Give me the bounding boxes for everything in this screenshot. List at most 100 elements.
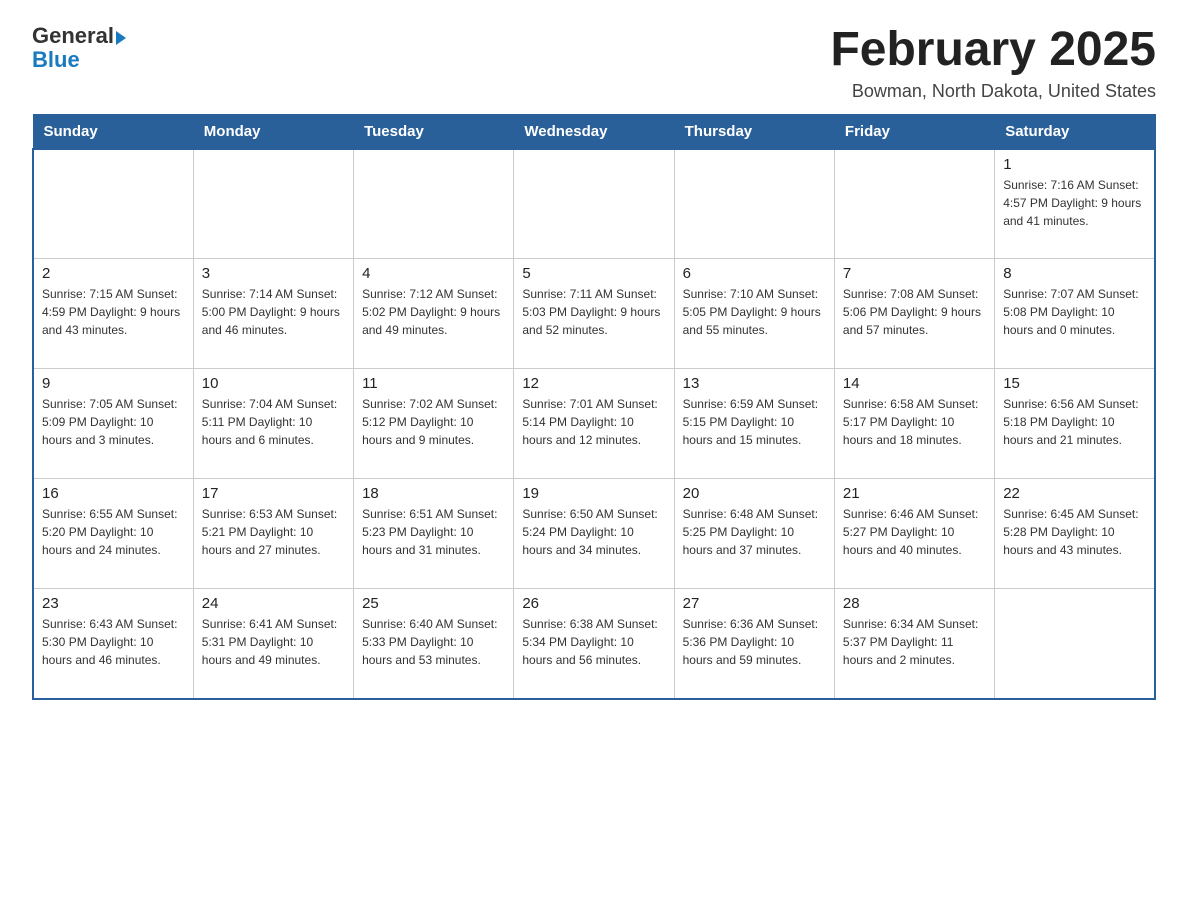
calendar-cell: 12 Sunrise: 7:01 AM Sunset: 5:14 PM Dayli…: [514, 369, 674, 479]
calendar-header-saturday: Saturday: [995, 114, 1155, 149]
day-info: Sunrise: 6:46 AM Sunset: 5:27 PM Dayligh…: [843, 505, 986, 559]
day-number: 10: [202, 375, 345, 392]
calendar-table: SundayMondayTuesdayWednesdayThursdayFrid…: [32, 114, 1156, 700]
calendar-cell: 17 Sunrise: 6:53 AM Sunset: 5:21 PM Dayli…: [193, 479, 353, 589]
calendar-week-row: 1 Sunrise: 7:16 AM Sunset: 4:57 PM Daylig…: [33, 149, 1155, 259]
day-number: 24: [202, 595, 345, 612]
day-number: 1: [1003, 156, 1146, 173]
day-info: Sunrise: 6:58 AM Sunset: 5:17 PM Dayligh…: [843, 395, 986, 449]
day-info: Sunrise: 6:48 AM Sunset: 5:25 PM Dayligh…: [683, 505, 826, 559]
logo: General Blue: [32, 24, 126, 72]
calendar-cell: 19Sunrise: 6:50 AM Sunset: 5:24 PM Dayli…: [514, 479, 674, 589]
day-number: 26: [522, 595, 665, 612]
day-number: 3: [202, 265, 345, 282]
day-info: Sunrise: 6:43 AM Sunset: 5:30 PM Dayligh…: [42, 615, 185, 669]
calendar-cell: 18 Sunrise: 6:51 AM Sunset: 5:23 PM Dayli…: [354, 479, 514, 589]
day-number: 22: [1003, 485, 1146, 502]
calendar-cell: 24 Sunrise: 6:41 AM Sunset: 5:31 PM Dayli…: [193, 589, 353, 699]
calendar-cell: [193, 149, 353, 259]
calendar-cell: 13 Sunrise: 6:59 AM Sunset: 5:15 PM Dayli…: [674, 369, 834, 479]
day-number: 18: [362, 485, 505, 502]
calendar-week-row: 9Sunrise: 7:05 AM Sunset: 5:09 PM Daylig…: [33, 369, 1155, 479]
day-number: 15: [1003, 375, 1146, 392]
day-info: Sunrise: 7:04 AM Sunset: 5:11 PM Dayligh…: [202, 395, 345, 449]
day-info: Sunrise: 7:08 AM Sunset: 5:06 PM Dayligh…: [843, 285, 986, 339]
day-info: Sunrise: 7:12 AM Sunset: 5:02 PM Dayligh…: [362, 285, 505, 339]
calendar-cell: 20 Sunrise: 6:48 AM Sunset: 5:25 PM Dayli…: [674, 479, 834, 589]
title-block: February 2025 Bowman, North Dakota, Unit…: [830, 24, 1156, 102]
day-info: Sunrise: 7:11 AM Sunset: 5:03 PM Dayligh…: [522, 285, 665, 339]
day-info: Sunrise: 7:01 AM Sunset: 5:14 PM Dayligh…: [522, 395, 665, 449]
day-number: 16: [42, 485, 185, 502]
calendar-header-tuesday: Tuesday: [354, 114, 514, 149]
day-info: Sunrise: 7:07 AM Sunset: 5:08 PM Dayligh…: [1003, 285, 1146, 339]
day-number: 2: [42, 265, 185, 282]
day-info: Sunrise: 6:36 AM Sunset: 5:36 PM Dayligh…: [683, 615, 826, 669]
calendar-cell: 7 Sunrise: 7:08 AM Sunset: 5:06 PM Daylig…: [834, 259, 994, 369]
logo-arrow-icon: [116, 31, 126, 45]
calendar-cell: 21 Sunrise: 6:46 AM Sunset: 5:27 PM Dayli…: [834, 479, 994, 589]
calendar-week-row: 23 Sunrise: 6:43 AM Sunset: 5:30 PM Dayli…: [33, 589, 1155, 699]
day-number: 21: [843, 485, 986, 502]
calendar-cell: 9Sunrise: 7:05 AM Sunset: 5:09 PM Daylig…: [33, 369, 193, 479]
day-info: Sunrise: 6:53 AM Sunset: 5:21 PM Dayligh…: [202, 505, 345, 559]
calendar-cell: 8 Sunrise: 7:07 AM Sunset: 5:08 PM Daylig…: [995, 259, 1155, 369]
calendar-cell: 2 Sunrise: 7:15 AM Sunset: 4:59 PM Daylig…: [33, 259, 193, 369]
day-number: 25: [362, 595, 505, 612]
calendar-cell: 11Sunrise: 7:02 AM Sunset: 5:12 PM Dayli…: [354, 369, 514, 479]
day-info: Sunrise: 6:51 AM Sunset: 5:23 PM Dayligh…: [362, 505, 505, 559]
page-header: General Blue February 2025 Bowman, North…: [32, 24, 1156, 102]
calendar-header-monday: Monday: [193, 114, 353, 149]
day-info: Sunrise: 6:38 AM Sunset: 5:34 PM Dayligh…: [522, 615, 665, 669]
calendar-header-thursday: Thursday: [674, 114, 834, 149]
day-number: 14: [843, 375, 986, 392]
day-number: 8: [1003, 265, 1146, 282]
day-info: Sunrise: 6:40 AM Sunset: 5:33 PM Dayligh…: [362, 615, 505, 669]
day-number: 12: [522, 375, 665, 392]
calendar-cell: [33, 149, 193, 259]
day-info: Sunrise: 7:10 AM Sunset: 5:05 PM Dayligh…: [683, 285, 826, 339]
calendar-cell: 22 Sunrise: 6:45 AM Sunset: 5:28 PM Dayli…: [995, 479, 1155, 589]
calendar-cell: 1 Sunrise: 7:16 AM Sunset: 4:57 PM Daylig…: [995, 149, 1155, 259]
day-info: Sunrise: 6:59 AM Sunset: 5:15 PM Dayligh…: [683, 395, 826, 449]
calendar-header-row: SundayMondayTuesdayWednesdayThursdayFrid…: [33, 114, 1155, 149]
calendar-cell: [834, 149, 994, 259]
logo-blue-text: Blue: [32, 48, 126, 72]
day-info: Sunrise: 7:14 AM Sunset: 5:00 PM Dayligh…: [202, 285, 345, 339]
calendar-cell: [674, 149, 834, 259]
day-info: Sunrise: 7:16 AM Sunset: 4:57 PM Dayligh…: [1003, 176, 1146, 230]
day-info: Sunrise: 6:50 AM Sunset: 5:24 PM Dayligh…: [522, 505, 665, 559]
calendar-cell: 4Sunrise: 7:12 AM Sunset: 5:02 PM Daylig…: [354, 259, 514, 369]
day-info: Sunrise: 7:05 AM Sunset: 5:09 PM Dayligh…: [42, 395, 185, 449]
calendar-cell: 28Sunrise: 6:34 AM Sunset: 5:37 PM Dayli…: [834, 589, 994, 699]
day-info: Sunrise: 7:15 AM Sunset: 4:59 PM Dayligh…: [42, 285, 185, 339]
day-info: Sunrise: 6:55 AM Sunset: 5:20 PM Dayligh…: [42, 505, 185, 559]
day-number: 7: [843, 265, 986, 282]
calendar-cell: 26 Sunrise: 6:38 AM Sunset: 5:34 PM Dayli…: [514, 589, 674, 699]
calendar-cell: [995, 589, 1155, 699]
day-info: Sunrise: 6:56 AM Sunset: 5:18 PM Dayligh…: [1003, 395, 1146, 449]
calendar-cell: 6Sunrise: 7:10 AM Sunset: 5:05 PM Daylig…: [674, 259, 834, 369]
day-number: 28: [843, 595, 986, 612]
day-number: 13: [683, 375, 826, 392]
day-number: 27: [683, 595, 826, 612]
day-info: Sunrise: 6:41 AM Sunset: 5:31 PM Dayligh…: [202, 615, 345, 669]
logo-general-text: General: [32, 24, 114, 48]
day-info: Sunrise: 6:45 AM Sunset: 5:28 PM Dayligh…: [1003, 505, 1146, 559]
day-number: 17: [202, 485, 345, 502]
calendar-header-sunday: Sunday: [33, 114, 193, 149]
day-number: 23: [42, 595, 185, 612]
calendar-cell: 25 Sunrise: 6:40 AM Sunset: 5:33 PM Dayli…: [354, 589, 514, 699]
calendar-cell: 16 Sunrise: 6:55 AM Sunset: 5:20 PM Dayli…: [33, 479, 193, 589]
calendar-cell: 10 Sunrise: 7:04 AM Sunset: 5:11 PM Dayli…: [193, 369, 353, 479]
calendar-header-friday: Friday: [834, 114, 994, 149]
calendar-cell: 5 Sunrise: 7:11 AM Sunset: 5:03 PM Daylig…: [514, 259, 674, 369]
day-number: 20: [683, 485, 826, 502]
calendar-week-row: 16 Sunrise: 6:55 AM Sunset: 5:20 PM Dayli…: [33, 479, 1155, 589]
day-number: 5: [522, 265, 665, 282]
calendar-week-row: 2 Sunrise: 7:15 AM Sunset: 4:59 PM Daylig…: [33, 259, 1155, 369]
calendar-header-wednesday: Wednesday: [514, 114, 674, 149]
calendar-cell: [354, 149, 514, 259]
day-number: 11: [362, 375, 505, 392]
calendar-cell: 23 Sunrise: 6:43 AM Sunset: 5:30 PM Dayli…: [33, 589, 193, 699]
